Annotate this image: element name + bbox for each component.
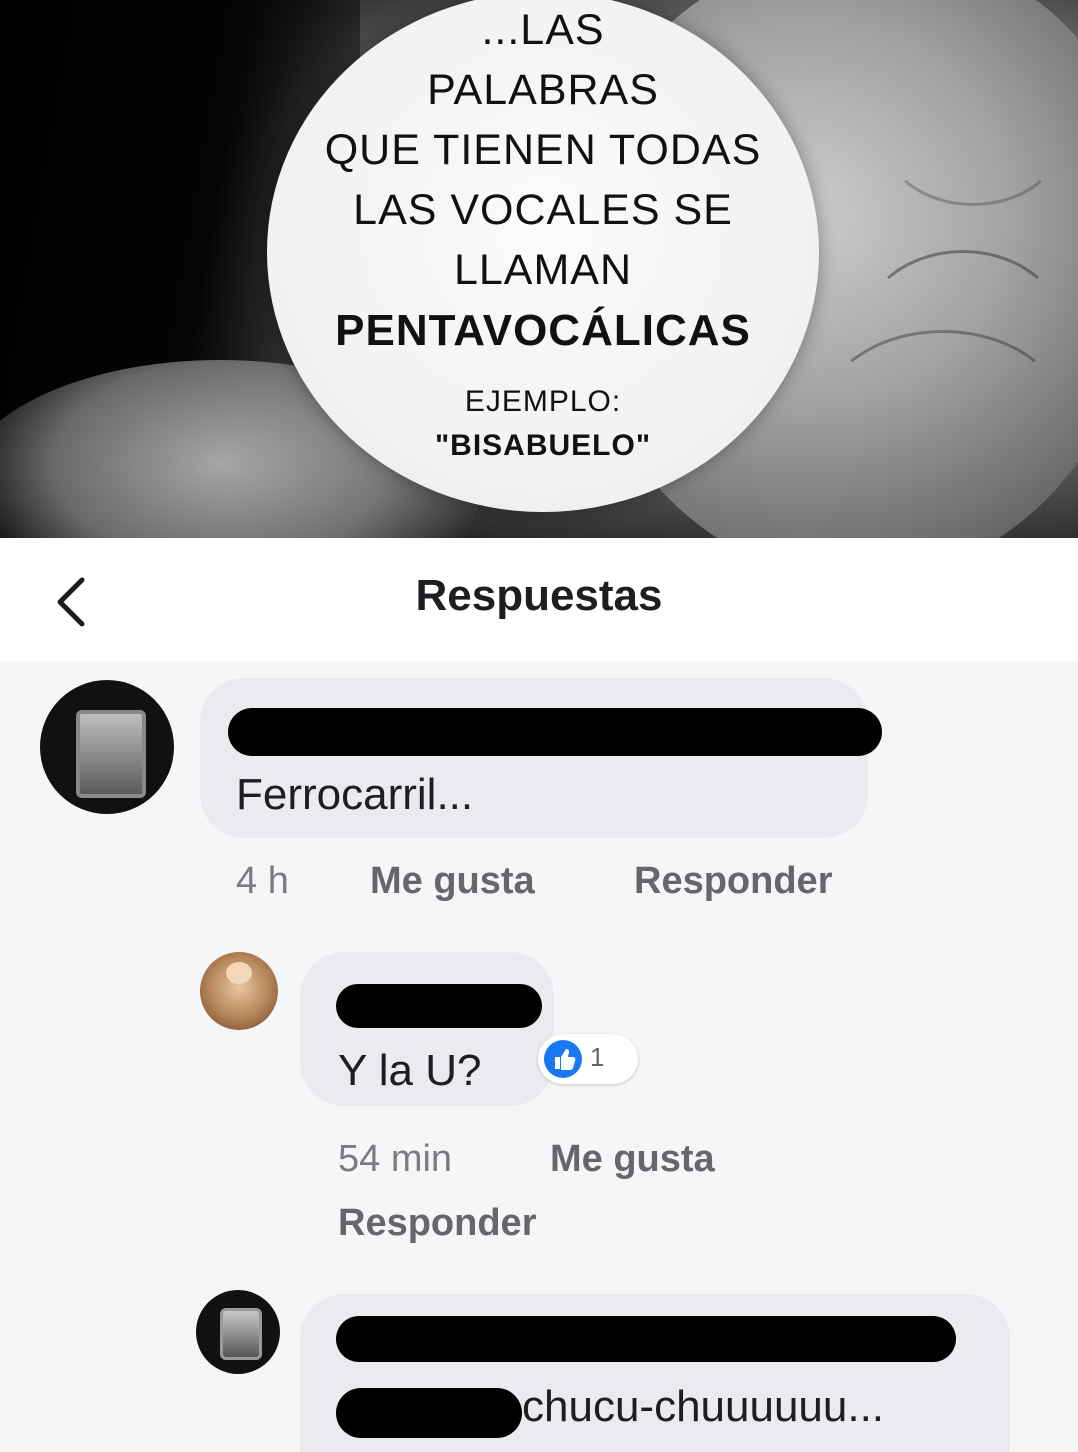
- like-button[interactable]: Me gusta: [550, 1138, 715, 1181]
- replies-header: Respuestas: [0, 538, 1078, 663]
- meme-line: QUE TIENEN TODAS: [324, 126, 762, 174]
- redacted-author-name: [336, 1316, 956, 1362]
- like-button[interactable]: Me gusta: [370, 860, 535, 903]
- reaction-count: 1: [590, 1042, 605, 1072]
- meme-example-word: "BISABUELO": [434, 429, 652, 462]
- meme-line: LAS VOCALES SE: [353, 186, 733, 234]
- comment-time: 4 h: [236, 860, 289, 902]
- page-title: Respuestas: [415, 571, 663, 620]
- meme-image: ...LAS PALABRAS QUE TIENEN TODAS LAS VOC…: [0, 0, 1078, 538]
- meme-text: ...LAS PALABRAS QUE TIENEN TODAS LAS VOC…: [267, 0, 819, 468]
- avatar[interactable]: [200, 952, 278, 1030]
- avatar[interactable]: [40, 680, 174, 814]
- meme-wrinkle: [820, 330, 1066, 506]
- comment-list: Ferrocarril... 4 h Me gusta Responder Y …: [0, 662, 1078, 1452]
- meme-line: LLAMAN: [453, 246, 633, 294]
- comment-text: chucu-chuuuuuu...: [522, 1382, 885, 1431]
- comment-text: Ferrocarril...: [236, 770, 474, 819]
- comment-time: 54 min: [338, 1138, 453, 1180]
- avatar[interactable]: [196, 1290, 280, 1374]
- meme-line: ...LAS: [481, 6, 605, 54]
- comment-text: Y la U?: [338, 1046, 482, 1095]
- meme-bold-line: PENTAVOCÁLICAS: [335, 306, 751, 355]
- redacted-author-name: [336, 984, 542, 1028]
- reply-button[interactable]: Responder: [634, 860, 832, 903]
- meme-wrinkle: [880, 60, 1066, 206]
- reply-button[interactable]: Responder: [338, 1202, 536, 1245]
- like-icon: [544, 1040, 582, 1078]
- redacted-author-name: [228, 708, 882, 756]
- meme-example-label: EJEMPLO:: [464, 385, 622, 418]
- redacted-text: [336, 1388, 522, 1438]
- meme-line: PALABRAS: [427, 66, 659, 114]
- reaction-badge[interactable]: 1: [538, 1034, 638, 1084]
